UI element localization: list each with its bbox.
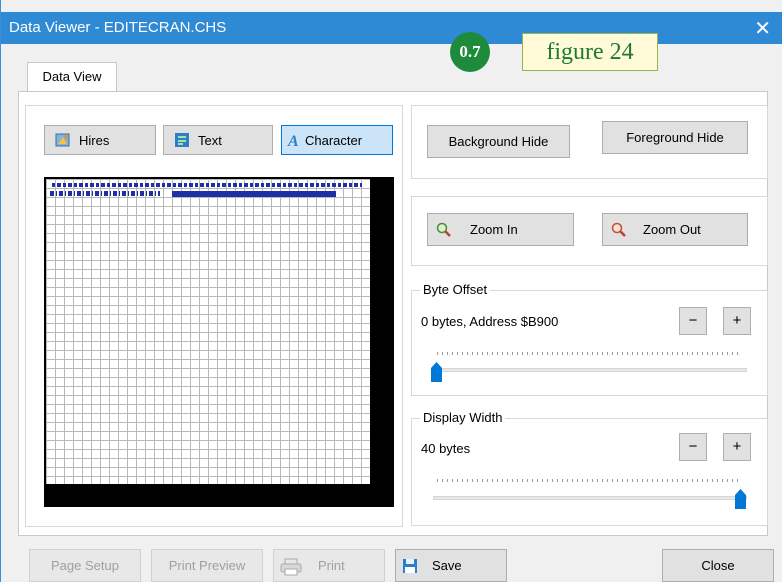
title-bar: Data Viewer - EDITECRAN.CHS ✕ <box>1 12 782 44</box>
character-grid[interactable] <box>46 179 370 484</box>
display-width-value: 40 bytes <box>421 441 471 456</box>
text-button[interactable]: Text <box>163 125 273 155</box>
text-label: Text <box>198 132 222 148</box>
byte-offset-title: Byte Offset <box>420 282 491 297</box>
display-width-ticks <box>437 479 742 482</box>
display-width-group: Display Width <box>411 410 768 526</box>
zoom-in-icon <box>436 222 452 238</box>
zoom-in-button[interactable]: Zoom In <box>427 213 574 246</box>
display-width-plus-button[interactable]: + <box>723 433 751 461</box>
zoom-in-label: Zoom In <box>470 222 518 237</box>
print-preview-button[interactable]: Print Preview <box>151 549 263 582</box>
character-button[interactable]: A Character <box>281 125 393 155</box>
save-label: Save <box>432 558 462 573</box>
print-label: Print <box>318 558 345 573</box>
byte-offset-group: Byte Offset <box>411 282 768 396</box>
char-data-row-1 <box>52 183 362 187</box>
print-preview-label: Print Preview <box>168 558 246 573</box>
tab-data-view[interactable]: Data View <box>27 62 117 92</box>
page-setup-button[interactable]: Page Setup <box>29 549 141 582</box>
display-width-title: Display Width <box>420 410 506 425</box>
save-button[interactable]: Save <box>395 549 507 582</box>
byte-offset-minus-button[interactable]: − <box>679 307 707 335</box>
zoom-out-button[interactable]: Zoom Out <box>602 213 748 246</box>
figure-label: figure 24 <box>522 33 658 71</box>
floppy-disk-icon <box>402 558 418 574</box>
zoom-out-label: Zoom Out <box>643 222 701 237</box>
page-setup-label: Page Setup <box>51 558 119 573</box>
character-icon: A <box>287 132 303 150</box>
print-button[interactable]: Print <box>273 549 385 582</box>
figure-badge: 0.7 <box>450 32 490 72</box>
printer-icon <box>280 558 302 575</box>
foreground-hide-button[interactable]: Foreground Hide <box>602 121 748 154</box>
background-hide-label: Background Hide <box>448 134 549 149</box>
display-width-slider-track[interactable] <box>433 496 747 500</box>
window-title: Data Viewer - EDITECRAN.CHS <box>9 19 227 36</box>
svg-text:A: A <box>287 133 299 148</box>
close-button[interactable]: Close <box>662 549 774 582</box>
char-data-row-2b <box>172 191 336 197</box>
byte-offset-plus-button[interactable]: + <box>723 307 751 335</box>
hires-label: Hires <box>79 132 110 148</box>
foreground-hide-label: Foreground Hide <box>626 130 724 145</box>
display-width-minus-button[interactable]: − <box>679 433 707 461</box>
background-hide-button[interactable]: Background Hide <box>427 125 570 158</box>
byte-offset-value: 0 bytes, Address $B900 <box>421 314 559 329</box>
hires-button[interactable]: Hires <box>44 125 156 155</box>
zoom-out-icon <box>611 222 627 238</box>
text-icon <box>174 132 190 148</box>
close-label: Close <box>701 558 735 573</box>
byte-offset-ticks <box>437 352 742 355</box>
byte-offset-slider-track[interactable] <box>433 368 747 372</box>
character-label: Character <box>305 132 363 148</box>
hires-icon <box>55 132 71 148</box>
data-viewer-window: Data Viewer - EDITECRAN.CHS ✕ Data View … <box>0 0 782 582</box>
char-data-row-2a <box>50 191 160 196</box>
window-close-icon[interactable]: ✕ <box>754 16 771 41</box>
